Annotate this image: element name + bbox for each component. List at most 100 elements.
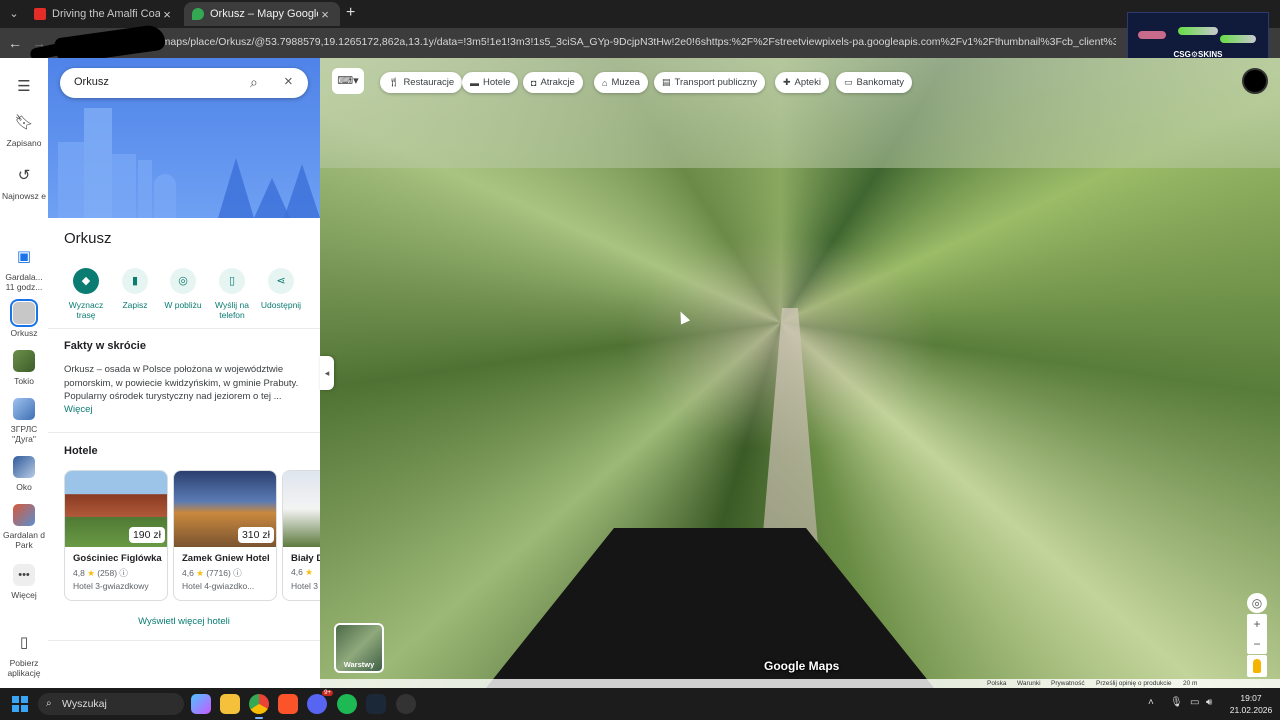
hotel-name: Zamek Gniew Hotel bbox=[182, 553, 270, 564]
my-location-icon[interactable]: ◎ bbox=[1247, 593, 1267, 613]
microphone-icon[interactable]: 🎙︎ bbox=[1170, 697, 1183, 708]
directions-button[interactable]: ◆ Wyznacz trasę bbox=[59, 268, 113, 320]
chip-restaurants[interactable]: 🍴︎ Restauracje bbox=[380, 72, 463, 93]
volume-icon[interactable]: 🔊︎ bbox=[1206, 697, 1212, 708]
footer-country[interactable]: Polska bbox=[987, 680, 1007, 687]
rail-item-orkusz[interactable]: Orkusz bbox=[0, 299, 48, 338]
footer-feedback[interactable]: Prześlij opinię o produkcie bbox=[1096, 680, 1172, 687]
zoom-out-button[interactable]: − bbox=[1247, 634, 1267, 654]
chip-attractions[interactable]: ◘ Atrakcje bbox=[523, 72, 583, 93]
chip-atms[interactable]: ▭ Bankomaty bbox=[836, 72, 913, 93]
spotify-icon[interactable] bbox=[337, 694, 357, 714]
save-button[interactable]: ▮ Zapisz bbox=[108, 268, 162, 310]
rail-item-gardaland[interactable]: Gardalan d Park bbox=[0, 504, 48, 550]
tab-title: Orkusz – Mapy Google bbox=[210, 8, 318, 20]
building-shape bbox=[154, 174, 176, 218]
share-button[interactable]: ⋖ Udostępnij bbox=[254, 268, 308, 310]
info-icon[interactable]: ⓘ bbox=[119, 568, 128, 578]
chip-pharmacies[interactable]: ✚ Apteki bbox=[775, 72, 829, 93]
rail-item-duga[interactable]: ЗГРЛС "Дуга" bbox=[0, 398, 48, 444]
search-input[interactable]: Orkusz bbox=[74, 76, 109, 88]
network-icon[interactable]: ▭ bbox=[1190, 697, 1199, 708]
action-label: W pobliżu bbox=[164, 300, 202, 310]
close-tab-icon[interactable]: × bbox=[160, 7, 174, 22]
url-text[interactable]: .com/maps/place/Orkusz/@53.7988579,19.12… bbox=[136, 36, 1116, 48]
review-count: (258) bbox=[97, 568, 118, 578]
copilot-icon[interactable] bbox=[191, 694, 211, 714]
collapse-panel-button[interactable]: ◂ bbox=[320, 356, 334, 390]
rail-item-more[interactable]: ••• Więcej bbox=[0, 564, 48, 600]
steam-icon[interactable] bbox=[366, 694, 386, 714]
tab-maps[interactable]: Orkusz – Mapy Google × bbox=[184, 2, 340, 26]
back-arrow-icon[interactable]: ← bbox=[6, 34, 24, 52]
system-clock[interactable]: 19:07 21.02.2026 bbox=[1226, 692, 1276, 716]
rail-item-saved[interactable]: 🔖︎ Zapisano bbox=[0, 112, 48, 148]
hotel-rating: 4,6 ★ bbox=[291, 567, 313, 578]
keyboard-toggle-icon[interactable]: ⌨▾ bbox=[332, 68, 364, 94]
close-tab-icon[interactable]: × bbox=[318, 7, 332, 22]
chip-museums[interactable]: ⌂ Muzea bbox=[594, 72, 648, 93]
hotel-photo bbox=[283, 471, 320, 547]
street-view[interactable]: ⌨▾ 🍴︎ Restauracje ▬ Hotele ◘ Atrakcje ⌂ Muze… bbox=[320, 58, 1280, 688]
layers-button[interactable]: Warstwy bbox=[334, 623, 384, 673]
chip-label: Restauracje bbox=[403, 77, 455, 88]
new-tab-button[interactable]: + bbox=[346, 4, 355, 22]
pegman-icon[interactable] bbox=[1247, 655, 1267, 677]
info-icon[interactable]: ⓘ bbox=[233, 568, 242, 578]
hotel-card[interactable]: 190 zł Gościniec Figlówka 4,8 ★ (258) ⓘ … bbox=[64, 470, 168, 601]
chevron-up-icon[interactable]: ˄ bbox=[1148, 697, 1154, 708]
rail-label: Gardala... 11 godz... bbox=[5, 272, 43, 292]
review-count: (7716) bbox=[206, 568, 231, 578]
action-label: Udostępnij bbox=[260, 300, 302, 310]
search-box[interactable]: Orkusz ⌕ × bbox=[60, 68, 308, 98]
file-explorer-icon[interactable] bbox=[220, 694, 240, 714]
close-icon[interactable]: × bbox=[284, 73, 293, 90]
rail-item-get-app[interactable]: ▯ Pobierz aplikację bbox=[0, 632, 48, 678]
more-hotels-link[interactable]: Wyświetl więcej hoteli bbox=[48, 616, 320, 627]
zoom-in-button[interactable]: + bbox=[1247, 614, 1267, 634]
building-shape bbox=[58, 142, 84, 218]
app-icon[interactable] bbox=[396, 694, 416, 714]
discord-icon[interactable]: 9+ bbox=[307, 690, 333, 714]
taskbar-search[interactable]: ⌕ Wyszukaj bbox=[38, 693, 184, 715]
divider bbox=[48, 328, 320, 329]
bus-icon: ▣ bbox=[16, 248, 32, 265]
tab-title: Driving the Amalfi Coast - Italy bbox=[52, 8, 160, 20]
rating-value: 4,8 bbox=[73, 568, 85, 578]
chip-hotels[interactable]: ▬ Hotele bbox=[462, 72, 519, 93]
hotel-card[interactable]: Biały D 4,6 ★ Hotel 3 bbox=[282, 470, 320, 601]
place-thumbnail bbox=[13, 350, 35, 372]
nearby-button[interactable]: ◎ W pobliżu bbox=[156, 268, 210, 310]
clock-date: 21.02.2026 bbox=[1229, 705, 1273, 715]
hotel-card[interactable]: 310 zł Zamek Gniew Hotel 4,6 ★ (7716) ⓘ … bbox=[173, 470, 277, 601]
rail-item-oko[interactable]: Oko bbox=[0, 456, 48, 492]
hotel-category: Hotel 3-gwiazdkowy bbox=[73, 581, 149, 591]
rail-label: Pobierz aplikację bbox=[7, 658, 41, 678]
rail-item-tokio[interactable]: Tokio bbox=[0, 350, 48, 386]
footer-terms[interactable]: Warunki bbox=[1017, 680, 1041, 687]
action-label: Zapisz bbox=[122, 300, 148, 310]
hotel-name: Gościniec Figlówka bbox=[73, 553, 162, 564]
chip-label: Hotele bbox=[483, 77, 511, 88]
search-icon[interactable]: ⌕ bbox=[250, 74, 258, 91]
rail-item-recent[interactable]: ↺ Najnowsz e bbox=[0, 165, 48, 201]
windows-start-icon[interactable] bbox=[12, 696, 28, 712]
chip-label: Transport publiczny bbox=[674, 77, 758, 88]
rail-item-gardala-route[interactable]: ▣ Gardala... 11 godz... bbox=[0, 246, 48, 292]
brave-icon[interactable] bbox=[278, 694, 298, 714]
camera-icon: ◘ bbox=[531, 77, 537, 88]
divider bbox=[48, 640, 320, 641]
tab-amalfi[interactable]: Driving the Amalfi Coast - Italy × bbox=[26, 2, 182, 26]
museum-icon: ⌂ bbox=[602, 77, 608, 88]
chip-transit[interactable]: ▤ Transport publiczny bbox=[654, 72, 766, 93]
account-avatar[interactable] bbox=[1242, 68, 1268, 94]
footer-privacy[interactable]: Prywatność bbox=[1051, 680, 1085, 687]
chrome-icon[interactable] bbox=[249, 694, 269, 719]
windows-taskbar: ⌕ Wyszukaj 9+ ˄ 🎙︎ ▭ 🔊︎ 19:07 21.02.2026 bbox=[0, 688, 1280, 720]
menu-button[interactable]: ☰ bbox=[0, 76, 48, 102]
action-label: Wyślij na telefon bbox=[215, 300, 249, 320]
tab-search-button[interactable]: ⌄ bbox=[6, 6, 22, 22]
more-link[interactable]: Więcej bbox=[64, 404, 93, 415]
send-to-phone-button[interactable]: ▯ Wyślij na telefon bbox=[205, 268, 259, 320]
place-thumbnail bbox=[10, 299, 38, 327]
